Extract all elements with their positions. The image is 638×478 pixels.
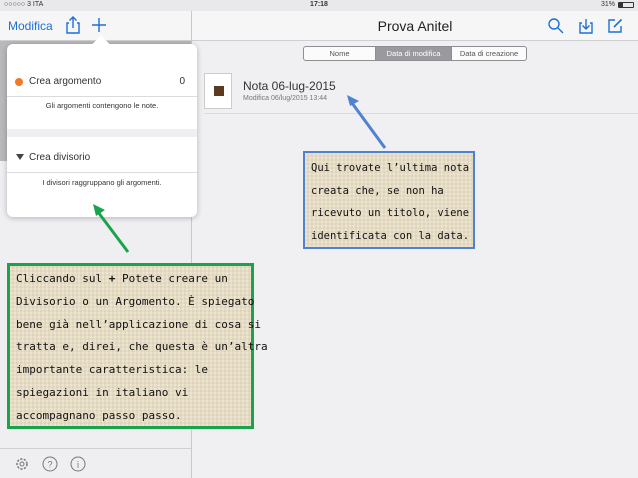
battery-percent: 31% xyxy=(600,1,615,8)
create-topic-row[interactable]: Crea argomento 0 xyxy=(7,67,197,97)
status-right: 31% xyxy=(601,1,634,8)
download-icon[interactable] xyxy=(577,17,595,35)
sort-segmented-control: Nome Data di modifica Data di creazione xyxy=(303,46,527,61)
create-popover: Crea argomento 0 Gli argomenti contengon… xyxy=(7,35,197,217)
callout-line: accompagnano passo passo. xyxy=(16,408,182,422)
create-divider-row[interactable]: Crea divisorio xyxy=(7,143,197,173)
callout-line: identificata con la data. xyxy=(311,229,470,242)
info-icon[interactable]: i xyxy=(70,456,86,472)
callout-line: Divisorio o un Argomento. È spiegato xyxy=(16,294,255,308)
plus-icon[interactable] xyxy=(90,15,108,35)
sort-by-name[interactable]: Nome xyxy=(304,47,376,60)
svg-text:?: ? xyxy=(47,460,52,470)
create-topic-label: Crea argomento xyxy=(29,76,102,87)
create-divider-label: Crea divisorio xyxy=(29,152,91,163)
callout-line: importante caratteristica: le xyxy=(16,363,209,377)
callout-line: tratta e, direi, che questa è un’altra xyxy=(16,340,268,354)
note-list-item[interactable]: Nota 06-lug-2015 Modifica 06/lug/2015 13… xyxy=(204,70,638,114)
sort-by-created[interactable]: Data di creazione xyxy=(452,47,526,60)
help-icon[interactable]: ? xyxy=(42,456,58,472)
sort-by-modified[interactable]: Data di modifica xyxy=(376,47,452,60)
note-modified-date: Modifica 06/lug/2015 13:44 xyxy=(243,95,328,102)
create-divider-description: I divisori raggruppano gli argomenti. xyxy=(42,178,162,187)
clock: 17:18 xyxy=(310,1,328,8)
callout-line: spiegazioni in italiano vi xyxy=(16,385,189,399)
topic-count: 0 xyxy=(179,76,185,87)
plus-callout: Cliccando sul + Potete creare un Divisor… xyxy=(7,263,268,429)
search-icon[interactable] xyxy=(547,17,565,35)
note-thumbnail xyxy=(204,73,232,109)
note-title: Nota 06-lug-2015 xyxy=(243,79,336,93)
topic-dot-icon xyxy=(15,78,23,86)
popover-divider xyxy=(7,129,197,137)
status-bar: ○○○○○ 3 ITA 17:18 31% xyxy=(0,0,638,11)
svg-text:i: i xyxy=(77,460,80,470)
note-callout: Qui trovate l’ultima nota creata che, se… xyxy=(303,151,475,249)
callout-text: Potete creare un xyxy=(115,272,228,285)
create-topic-description: Gli argomenti contengono le note. xyxy=(45,101,159,110)
callout-line: Qui trovate l’ultima nota xyxy=(311,162,470,174)
callout-line: ricevuto un titolo, viene xyxy=(311,207,470,219)
compose-icon[interactable] xyxy=(606,17,624,35)
edit-button[interactable]: Modifica xyxy=(8,19,53,33)
callout-line: bene già nell’applicazione di cosa si xyxy=(16,317,262,331)
page-title: Prova Anitel xyxy=(377,18,453,34)
share-icon[interactable] xyxy=(64,15,82,35)
callout-text: Cliccando sul xyxy=(16,272,109,285)
battery-icon xyxy=(618,1,634,8)
main-navbar: Prova Anitel xyxy=(192,11,638,41)
sidebar-navbar: Modifica xyxy=(0,11,191,41)
sidebar-footer: ? i xyxy=(0,448,191,478)
callout-line: Cliccando sul + Potete creare un xyxy=(16,268,245,291)
callout-line: creata che, se non ha xyxy=(311,184,444,197)
triangle-down-icon xyxy=(16,154,24,160)
gear-icon[interactable] xyxy=(14,456,30,472)
